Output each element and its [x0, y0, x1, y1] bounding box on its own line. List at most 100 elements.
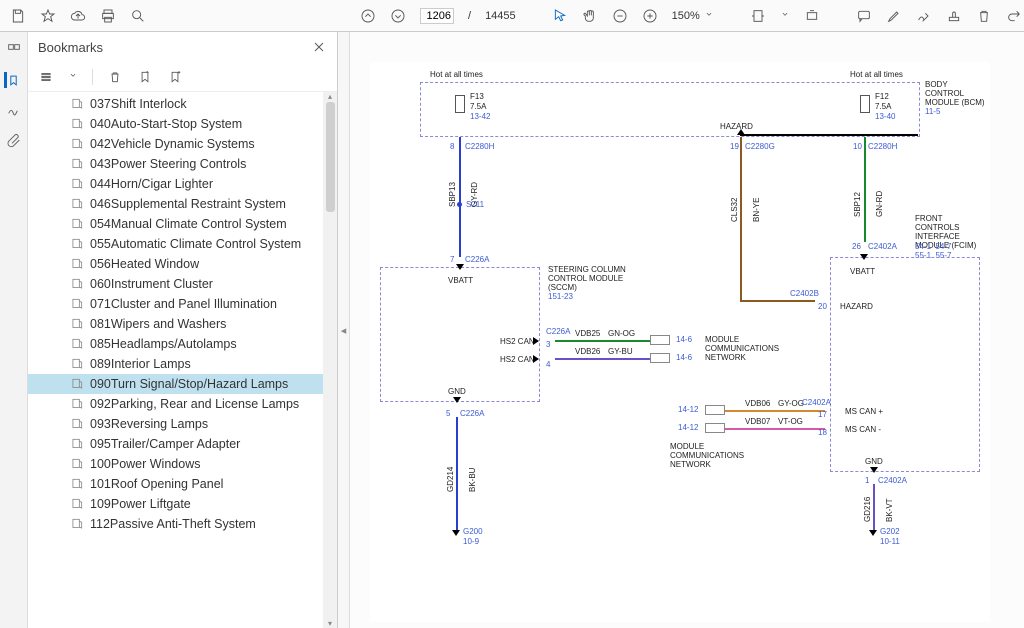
delete-bookmark-icon[interactable]: [107, 69, 123, 85]
sbp13-label: SBP13: [448, 182, 457, 207]
left-rail: [0, 32, 28, 628]
bookmark-item[interactable]: 085Headlamps/Autolamps: [28, 334, 323, 354]
bookmarks-icon[interactable]: [4, 72, 20, 88]
gyog: GY-OG: [778, 399, 804, 408]
page-total: 14455: [485, 10, 516, 22]
bookmark-label: 043Power Steering Controls: [90, 157, 246, 171]
ref1412a: 14-12: [678, 405, 698, 414]
panel-title: Bookmarks: [38, 40, 103, 55]
bookmark-label: 100Power Windows: [90, 457, 200, 471]
sign-icon[interactable]: [916, 8, 932, 24]
bookmark-item[interactable]: 112Passive Anti-Theft System: [28, 514, 323, 534]
bookmark-item[interactable]: 081Wipers and Washers: [28, 314, 323, 334]
wire-vdb26: [555, 358, 650, 360]
panel-collapse-handle[interactable]: ◂: [338, 32, 350, 628]
star-icon[interactable]: [40, 8, 56, 24]
highlight-icon[interactable]: [886, 8, 902, 24]
bookmark-options-icon[interactable]: [38, 69, 54, 85]
bookmark-item[interactable]: 044Horn/Cigar Lighter: [28, 174, 323, 194]
arrow-hs2b: [533, 355, 539, 363]
rotate-view-icon[interactable]: [804, 8, 820, 24]
pin1: 1: [865, 476, 869, 485]
hand-icon[interactable]: [582, 8, 598, 24]
mscanm: MS CAN -: [845, 425, 881, 434]
thumbnails-icon[interactable]: [6, 42, 22, 58]
bookmark-page-icon: [70, 257, 84, 271]
fit-dropdown[interactable]: [780, 9, 790, 22]
conn-vdb07: [705, 423, 725, 433]
bookmark-item[interactable]: 089Interior Lamps: [28, 354, 323, 374]
main-toolbar: / 14455 150%: [0, 0, 1024, 32]
bookmark-item[interactable]: 071Cluster and Panel Illumination: [28, 294, 323, 314]
bookmark-item[interactable]: 093Reversing Lamps: [28, 414, 323, 434]
bookmark-item[interactable]: 109Power Liftgate: [28, 494, 323, 514]
comment-icon[interactable]: [856, 8, 872, 24]
bookmark-label: 101Roof Opening Panel: [90, 477, 223, 491]
bookmark-item[interactable]: 100Power Windows: [28, 454, 323, 474]
gybu: GY-BU: [608, 347, 633, 356]
zoom-select[interactable]: 150%: [672, 9, 714, 22]
bookmark-page-icon: [70, 337, 84, 351]
g202ref: 10-11: [880, 537, 900, 546]
bookmark-label: 085Headlamps/Autolamps: [90, 337, 237, 351]
zoom-out-icon[interactable]: [612, 8, 628, 24]
bcm-ref: 11-5: [925, 107, 940, 116]
add-bookmark-icon[interactable]: [167, 69, 183, 85]
pin18: 18: [818, 428, 827, 437]
wire-gd216: [873, 484, 875, 532]
ref146a: 14-6: [676, 335, 692, 344]
document-view[interactable]: Hot at all times Hot at all times BODY C…: [350, 32, 1024, 628]
bookmark-item[interactable]: 092Parking, Rear and License Lamps: [28, 394, 323, 414]
bookmark-label: 046Supplemental Restraint System: [90, 197, 286, 211]
bookmark-page-icon: [70, 377, 84, 391]
bookmark-item[interactable]: 054Manual Climate Control System: [28, 214, 323, 234]
hs2can2: HS2 CAN: [500, 355, 535, 364]
bookmark-label: 095Trailer/Camper Adapter: [90, 437, 240, 451]
bookmark-item[interactable]: 090Turn Signal/Stop/Hazard Lamps: [28, 374, 323, 394]
bookmark-item[interactable]: 043Power Steering Controls: [28, 154, 323, 174]
bookmark-item[interactable]: 046Supplemental Restraint System: [28, 194, 323, 214]
gnrd-label: GN-RD: [875, 191, 884, 217]
gnd-left: GND: [448, 387, 466, 396]
vdb07: VDB07: [745, 417, 770, 426]
bookmark-item[interactable]: 095Trailer/Camper Adapter: [28, 434, 323, 454]
wire-vdb25: [555, 340, 650, 342]
page-number-input[interactable]: [420, 8, 454, 24]
scrollbar[interactable]: ▴ ▾: [323, 92, 337, 628]
print-icon[interactable]: [100, 8, 116, 24]
page-sep: /: [468, 10, 471, 22]
gd214: GD214: [446, 467, 455, 492]
redo-icon[interactable]: [1006, 8, 1022, 24]
bookmark-item[interactable]: 037Shift Interlock: [28, 94, 323, 114]
page-down-icon[interactable]: [390, 8, 406, 24]
pointer-icon[interactable]: [552, 8, 568, 24]
fuse-f13-name: F13: [470, 92, 484, 101]
vtog: VT-OG: [778, 417, 803, 426]
fit-width-icon[interactable]: [750, 8, 766, 24]
bookmark-page-icon: [70, 357, 84, 371]
delete-icon[interactable]: [976, 8, 992, 24]
bookmark-options-dropdown[interactable]: [68, 70, 78, 83]
bookmark-item[interactable]: 060Instrument Cluster: [28, 274, 323, 294]
zoom-in-icon[interactable]: [642, 8, 658, 24]
pin5: 5: [446, 409, 450, 418]
s211-label: S211: [466, 200, 484, 209]
bookmark-item[interactable]: 056Heated Window: [28, 254, 323, 274]
vdb25: VDB25: [575, 329, 600, 338]
gnd-right: GND: [865, 457, 883, 466]
new-bookmark-icon[interactable]: [137, 69, 153, 85]
save-icon[interactable]: [10, 8, 26, 24]
signatures-icon[interactable]: [6, 102, 22, 118]
cloud-upload-icon[interactable]: [70, 8, 86, 24]
bookmark-item[interactable]: 055Automatic Climate Control System: [28, 234, 323, 254]
page-up-icon[interactable]: [360, 8, 376, 24]
attachments-icon[interactable]: [6, 132, 22, 148]
c2402b: C2402B: [790, 289, 819, 298]
bookmark-item[interactable]: 042Vehicle Dynamic Systems: [28, 134, 323, 154]
search-icon[interactable]: [130, 8, 146, 24]
arrow-gnd-l: [453, 397, 461, 403]
bookmark-item[interactable]: 040Auto-Start-Stop System: [28, 114, 323, 134]
bookmark-item[interactable]: 101Roof Opening Panel: [28, 474, 323, 494]
close-panel-icon[interactable]: [311, 39, 327, 55]
stamp-icon[interactable]: [946, 8, 962, 24]
